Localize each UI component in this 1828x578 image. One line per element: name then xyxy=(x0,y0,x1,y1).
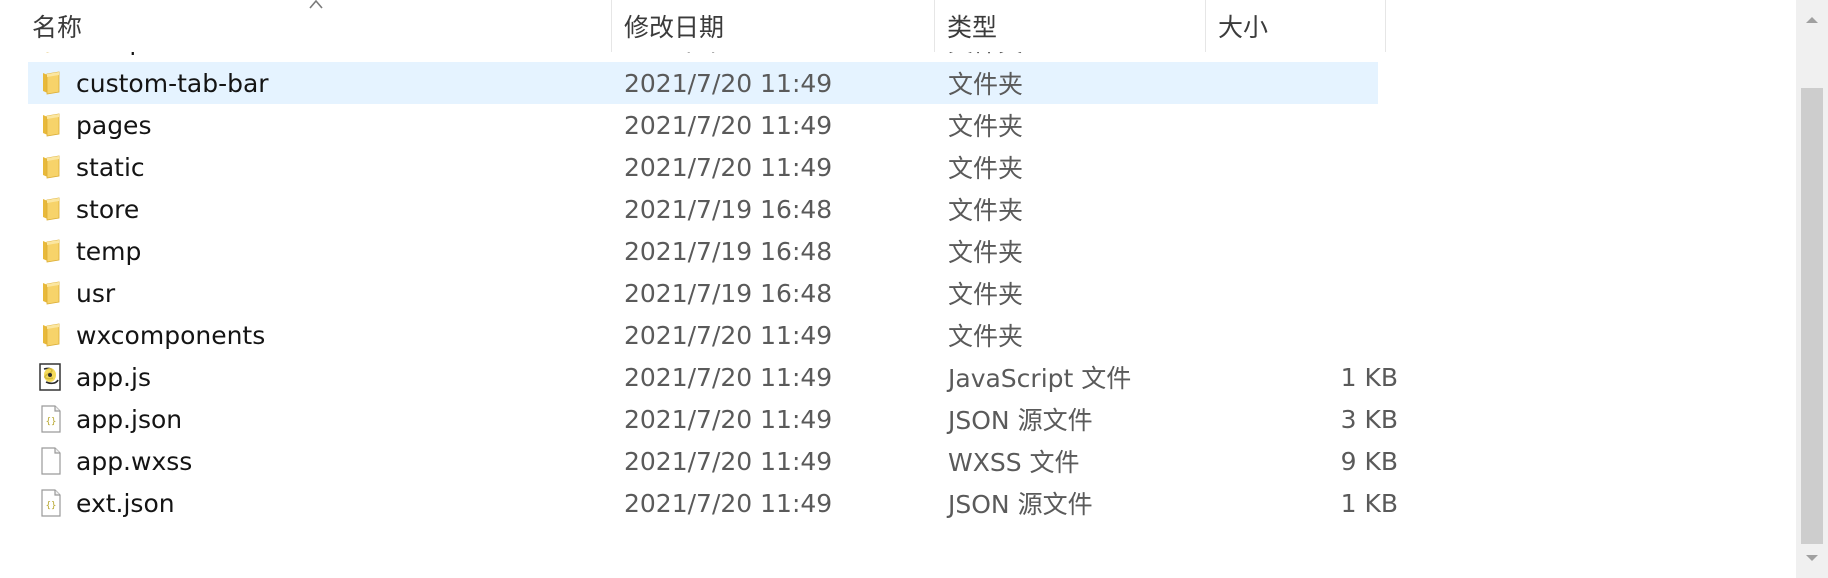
file-row[interactable]: static 2021/7/20 11:49 文件夹 xyxy=(28,146,1378,188)
file-size: 3 KB xyxy=(1340,404,1398,434)
json-file-icon: {} xyxy=(36,482,66,524)
file-modified-date: 2021/7/20 11:49 xyxy=(624,362,833,392)
blank-file-icon xyxy=(36,440,66,482)
file-name: store xyxy=(76,194,140,224)
file-type: JSON 源文件 xyxy=(948,490,1093,519)
svg-text:{}: {} xyxy=(46,501,57,511)
file-row[interactable]: {} ext.json 2021/7/20 11:49 JSON 源文件 1 KB xyxy=(28,482,1398,524)
folder-icon xyxy=(36,272,66,314)
file-modified-date: 2021/7/19 16:48 xyxy=(624,278,833,308)
file-type: 文件夹 xyxy=(948,280,1024,309)
file-row[interactable]: custom-tab-bar 2021/7/20 11:49 文件夹 xyxy=(28,62,1378,104)
file-name: temp xyxy=(76,236,142,266)
folder-icon xyxy=(36,146,66,188)
scroll-down-button[interactable] xyxy=(1796,538,1828,578)
file-row[interactable]: {} app.json 2021/7/20 11:49 JSON 源文件 3 KB xyxy=(28,398,1398,440)
file-size xyxy=(1178,230,1398,272)
file-size xyxy=(1178,314,1398,356)
file-modified-date: 2021/7/20 11:49 xyxy=(624,488,833,518)
json-file-icon: {} xyxy=(36,398,66,440)
file-type: 文件夹 xyxy=(948,112,1024,141)
file-size: 9 KB xyxy=(1340,446,1398,476)
scroll-up-button[interactable] xyxy=(1796,0,1828,40)
folder-icon xyxy=(36,230,66,272)
column-header-name[interactable]: 名称 xyxy=(32,0,608,52)
file-name: custom-tab-bar xyxy=(76,68,269,98)
file-name: wxcomponents xyxy=(76,320,266,350)
file-name: ext.json xyxy=(76,488,175,518)
file-modified-date: 2021/7/20 11:49 xyxy=(624,68,833,98)
file-size xyxy=(1178,62,1398,104)
column-header-bar: 名称 修改日期 类型 大小 xyxy=(0,0,1796,52)
column-divider[interactable] xyxy=(1385,0,1386,52)
column-divider[interactable] xyxy=(934,0,935,52)
file-type: JavaScript 文件 xyxy=(948,364,1132,393)
file-modified-date: 2021/7/20 11:49 xyxy=(624,152,833,182)
column-header-type[interactable]: 类型 xyxy=(947,0,1203,52)
column-header-type-label: 类型 xyxy=(947,13,998,42)
file-type: 文件夹 xyxy=(948,154,1024,183)
file-size xyxy=(1178,272,1398,314)
folder-icon xyxy=(36,314,66,356)
folder-icon xyxy=(36,62,66,104)
file-type: 文件夹 xyxy=(948,70,1024,99)
column-divider[interactable] xyxy=(1205,0,1206,52)
column-divider[interactable] xyxy=(611,0,612,52)
file-size xyxy=(1178,146,1398,188)
file-modified-date: 2021/7/20 11:49 xyxy=(624,404,833,434)
file-row[interactable]: pages 2021/7/20 11:49 文件夹 xyxy=(28,104,1378,146)
column-header-date[interactable]: 修改日期 xyxy=(624,0,934,52)
vertical-scrollbar[interactable] xyxy=(1796,0,1828,578)
column-header-date-label: 修改日期 xyxy=(624,13,725,42)
svg-text:{}: {} xyxy=(46,417,57,427)
folder-icon xyxy=(36,188,66,230)
file-name: pages xyxy=(76,110,152,140)
file-name: app.json xyxy=(76,404,183,434)
file-type: 文件夹 xyxy=(948,322,1024,351)
file-size: 1 KB xyxy=(1340,362,1398,392)
file-row[interactable]: temp 2021/7/19 16:48 文件夹 xyxy=(28,230,1378,272)
folder-icon xyxy=(36,104,66,146)
file-row[interactable]: store 2021/7/19 16:48 文件夹 xyxy=(28,188,1378,230)
file-modified-date: 2021/7/19 16:48 xyxy=(624,194,833,224)
chevron-down-icon xyxy=(1806,555,1818,561)
column-header-name-label: 名称 xyxy=(32,13,83,42)
file-name: app.wxss xyxy=(76,446,193,476)
file-size xyxy=(1178,104,1398,146)
file-type: 文件夹 xyxy=(948,238,1024,267)
column-header-size-label: 大小 xyxy=(1218,13,1269,42)
file-modified-date: 2021/7/19 16:48 xyxy=(624,236,833,266)
file-row[interactable]: wxcomponents 2021/7/20 11:49 文件夹 xyxy=(28,314,1378,356)
file-type: JSON 源文件 xyxy=(948,406,1093,435)
file-size xyxy=(1178,188,1398,230)
file-row[interactable]: app.wxss 2021/7/20 11:49 WXSS 文件 9 KB xyxy=(28,440,1398,482)
chevron-up-icon xyxy=(1806,17,1818,23)
file-size: 1 KB xyxy=(1340,488,1398,518)
file-modified-date: 2021/7/20 11:49 xyxy=(624,446,833,476)
file-name: usr xyxy=(76,278,116,308)
file-name: app.js xyxy=(76,362,151,392)
file-list-view: 名称 修改日期 类型 大小 common2021/7/20 11:49文件夹co… xyxy=(0,0,1796,578)
javascript-file-icon xyxy=(36,356,66,398)
file-modified-date: 2021/7/20 11:49 xyxy=(624,110,833,140)
file-row[interactable]: app.js 2021/7/20 11:49 JavaScript 文件 1 KB xyxy=(28,356,1398,398)
column-header-size[interactable]: 大小 xyxy=(1218,0,1378,52)
file-type: 文件夹 xyxy=(948,196,1024,225)
file-name: static xyxy=(76,152,145,182)
file-modified-date: 2021/7/20 11:49 xyxy=(624,320,833,350)
file-row[interactable]: usr 2021/7/19 16:48 文件夹 xyxy=(28,272,1378,314)
scroll-thumb[interactable] xyxy=(1801,88,1823,544)
file-type: WXSS 文件 xyxy=(948,448,1080,477)
